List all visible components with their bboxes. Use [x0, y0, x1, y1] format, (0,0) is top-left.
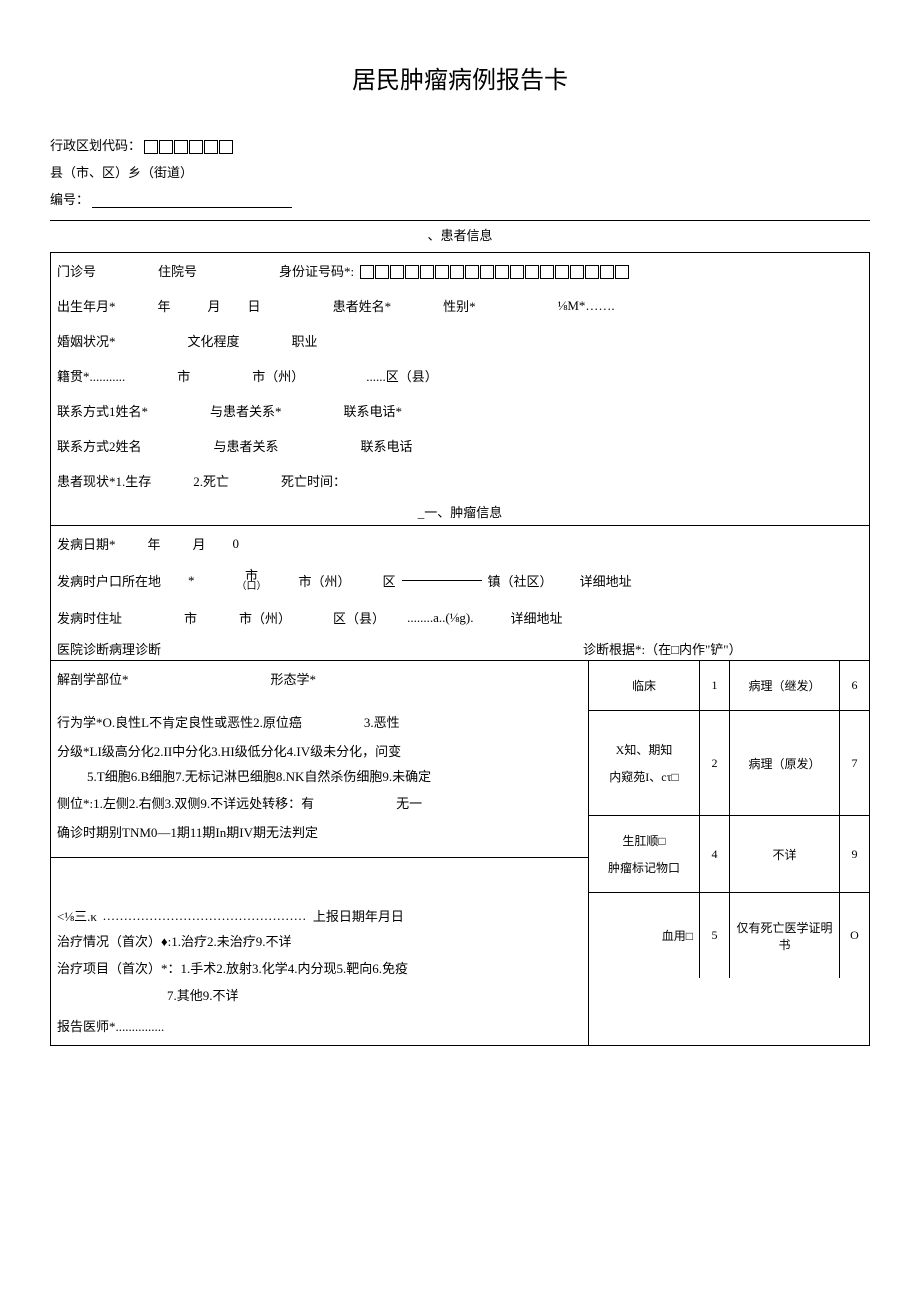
- dob-label: 出生年月*: [57, 296, 116, 315]
- city-label: 市: [177, 366, 190, 385]
- onset-label: 发病日期*: [57, 534, 116, 553]
- addr-mid: ........a..(⅛g).: [407, 610, 473, 626]
- grade-label: 分级*LI级高分化2.II中分化3.HI级低分化4.IV级未分化，问变: [57, 741, 401, 760]
- behavior-label: 行为学*O.良性L不肯定良性或恶性2.原位癌: [57, 712, 302, 731]
- basis-grid: 临床 1 病理（继发） 6 X知、期知 内窥苑I、cτ□ 2 病理（原发） 7 …: [589, 661, 869, 978]
- id-label: 身份证号码*:: [279, 261, 354, 280]
- diag-table: 解剖学部位* 形态学* 行为学*O.良性L不肯定良性或恶性2.原位癌 3.恶性 …: [51, 660, 869, 1045]
- section1: 门诊号 住院号 身份证号码*: 出生年月* 年 月 日 患者姓名* 性别* ⅛M…: [50, 252, 870, 1046]
- basis-r3c2: 4: [699, 815, 729, 892]
- basis-r3c1b: 肿瘤标记物口: [608, 859, 680, 876]
- addr-label: 发病时住址: [57, 608, 122, 627]
- hukou-detail: 详细地址: [580, 571, 632, 590]
- county-row: 县（市、区）乡（街道）: [50, 162, 870, 181]
- addr-dist: 区（县）: [333, 608, 385, 627]
- basis-r4c3[interactable]: 仅有死亡医学证明书: [729, 892, 839, 978]
- basis-r2c1[interactable]: X知、期知 内窥苑I、cτ□: [589, 710, 699, 815]
- admin-code-boxes[interactable]: [144, 138, 234, 154]
- treat-items-label: 治疗项目（首次）*：1.手术2.放射3.化学4.内分现5.靶向6.免疫: [57, 958, 408, 977]
- addr-pref: 市（州）: [239, 608, 291, 627]
- native-label: 籍贯*...........: [57, 366, 125, 385]
- basis-r2c1a: X知、期知: [616, 741, 673, 758]
- basis-r3c3[interactable]: 不详: [729, 815, 839, 892]
- name-label: 患者姓名*: [333, 296, 392, 315]
- occupation-label: 职业: [292, 331, 318, 350]
- behavior3-label: 3.恶性: [364, 712, 400, 731]
- admin-code-label: 行政区划代码：: [50, 138, 141, 153]
- month-label: 月: [208, 296, 221, 315]
- outpatient-label: 门诊号: [57, 261, 96, 280]
- hukou-small: （口）: [237, 582, 267, 592]
- onset-month: 月: [193, 534, 206, 553]
- basis-r1c2: 1: [699, 661, 729, 710]
- day-label: 日: [248, 296, 261, 315]
- hukou-town: 镇（社区）: [488, 571, 553, 590]
- basis-r4c2: 5: [699, 892, 729, 978]
- onset-year: 年: [148, 534, 161, 553]
- year-label: 年: [158, 296, 171, 315]
- treat-items2-label: 7.其他9.不详: [167, 985, 239, 1004]
- contact1-name-label: 联系方式1姓名*: [57, 401, 148, 420]
- basis-r1c3[interactable]: 病理（继发）: [729, 661, 839, 710]
- status-label: 患者现状*1.生存: [57, 471, 151, 490]
- basis-r3c4: 9: [839, 815, 869, 892]
- side-none-label: 无一: [396, 793, 422, 812]
- id-boxes[interactable]: [360, 263, 630, 279]
- serial-row: 编号：: [50, 189, 870, 208]
- death-time-label: 死亡时间：: [281, 471, 346, 490]
- onset-day: 0: [233, 536, 240, 552]
- basis-r2c3[interactable]: 病理（原发）: [729, 710, 839, 815]
- basis-r1c1[interactable]: 临床: [589, 661, 699, 710]
- hukou-pref: 市（州）: [299, 571, 351, 590]
- basis-r2c4: 7: [839, 710, 869, 815]
- edu-label: 文化程度: [188, 331, 240, 350]
- basis-r3c1a: 生肛顺□: [622, 832, 665, 849]
- admin-code-row: 行政区划代码：: [50, 135, 870, 154]
- addr-detail: 详细地址: [511, 608, 563, 627]
- basis-r4c1[interactable]: 血用□: [589, 892, 699, 978]
- basis-r2c1b: 内窥苑I、cτ□: [609, 768, 678, 785]
- grade2-label: 5.T细胞6.B细胞7.无标记淋巴细胞8.NK自然杀伤细胞9.未确定: [87, 766, 431, 785]
- section1-header: 、患者信息: [50, 220, 870, 244]
- serial-label: 编号：: [50, 192, 89, 207]
- anatomy-label: 解剖学部位*: [57, 669, 129, 688]
- contact2-name-label: 联系方式2姓名: [57, 436, 142, 455]
- hukou-label: 发病时户口所在地: [57, 571, 161, 590]
- serial-input[interactable]: [92, 192, 292, 208]
- reporter-label: 报告医师*...............: [57, 1016, 164, 1035]
- morphology-label: 形态学*: [271, 669, 317, 688]
- basis-r3c1[interactable]: 生肛顺□ 肿瘤标记物口: [589, 815, 699, 892]
- stage-label: 确诊时期别TNM0—1期11期In期IV期无法判定: [57, 822, 318, 841]
- basis-r4c4: O: [839, 892, 869, 978]
- contact2-phone-label: 联系电话: [361, 436, 413, 455]
- addr-city: 市: [184, 608, 197, 627]
- contact1-phone-label: 联系电话*: [344, 401, 403, 420]
- report-date-label: 上报日期年月日: [313, 906, 404, 925]
- section2-header: _一、肿瘤信息: [51, 498, 869, 526]
- prefecture-label: 市（州）: [252, 366, 304, 385]
- district-label: ......区（县）: [366, 366, 438, 385]
- bottom-dots: ........................................…: [103, 908, 307, 924]
- status2-label: 2.死亡: [193, 471, 229, 490]
- basis-r2c2: 2: [699, 710, 729, 815]
- treat-status-label: 治疗情况（首次）♦:1.治疗2.未治疗9.不详: [57, 931, 292, 950]
- inpatient-label: 住院号: [158, 261, 197, 280]
- basis-header: 诊断根据*:（在□内作"铲"）: [583, 639, 863, 658]
- diag-header: 医院诊断病理诊断: [57, 639, 583, 658]
- contact1-rel-label: 与患者关系*: [210, 401, 282, 420]
- hukou-dist: 区: [383, 571, 396, 590]
- page-title: 居民肿瘤病例报告卡: [50, 60, 870, 95]
- hukou-star: *: [188, 573, 195, 589]
- bottom-pre: <⅛三.κ: [57, 906, 97, 925]
- ethnic-label: ⅛M*…….: [558, 298, 615, 314]
- gender-label: 性别*: [443, 296, 476, 315]
- side-label: 侧位*:1.左侧2.右侧3.双侧9.不详远处转移：有: [57, 793, 314, 812]
- marital-label: 婚姻状况*: [57, 331, 116, 350]
- basis-r1c4: 6: [839, 661, 869, 710]
- contact2-rel-label: 与患者关系: [214, 436, 279, 455]
